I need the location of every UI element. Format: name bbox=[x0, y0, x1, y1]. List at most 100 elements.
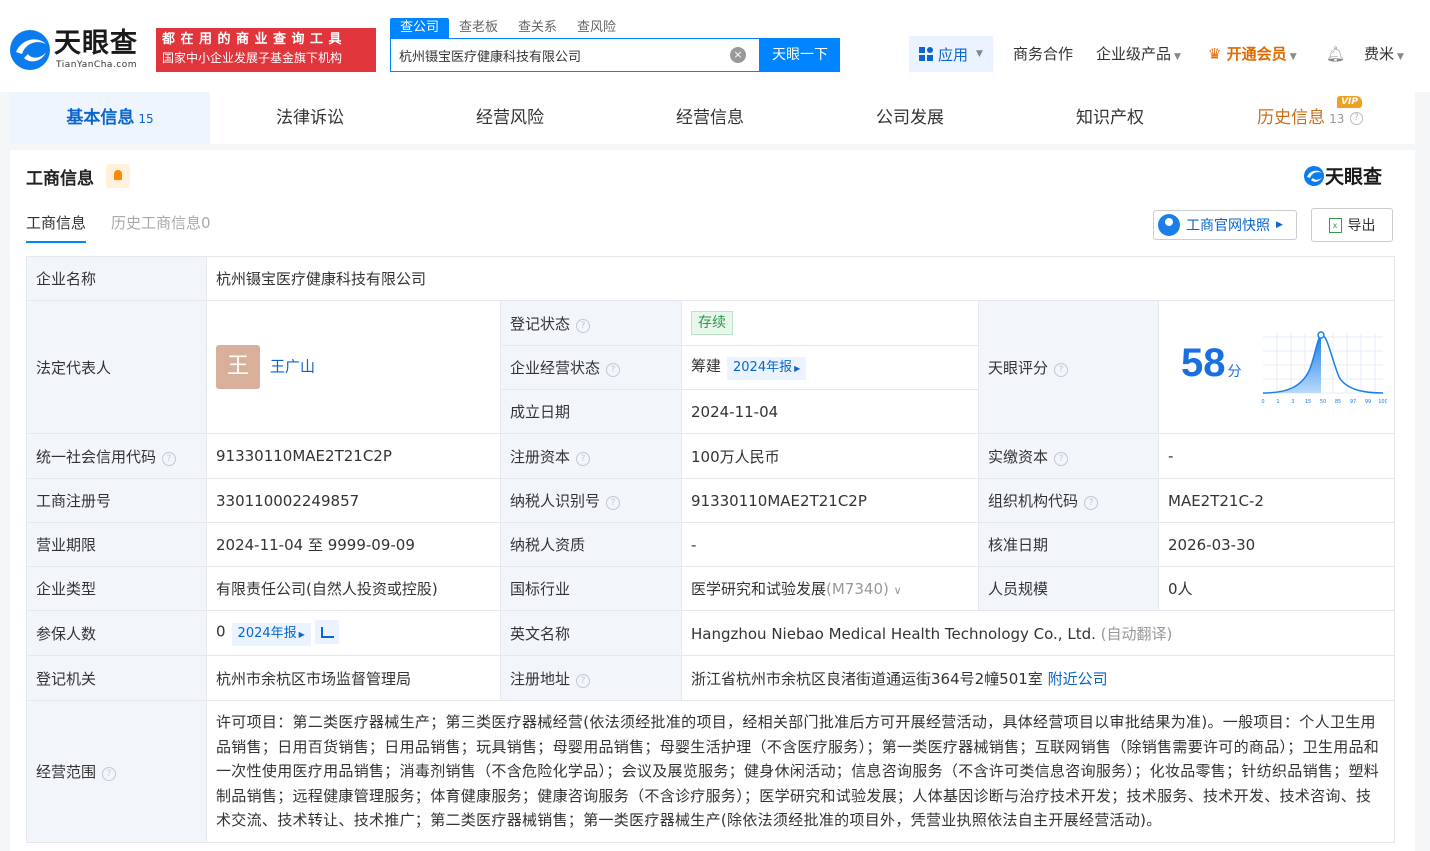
clear-icon[interactable]: × bbox=[730, 47, 746, 63]
user-menu[interactable]: 费米 ▼ bbox=[1364, 36, 1404, 72]
tianyancha-logo[interactable]: 天眼查 TianYanCha.com bbox=[8, 28, 150, 74]
search-tab-relation[interactable]: 查关系 bbox=[508, 18, 567, 38]
help-icon[interactable]: ? bbox=[1084, 496, 1099, 510]
slogan-line-2: 国家中小企业发展子基金旗下机构 bbox=[162, 51, 343, 65]
help-icon[interactable]: ? bbox=[102, 767, 117, 781]
paid-capital-key: 实缴资本? bbox=[978, 433, 1159, 479]
table-row: 法定代表人 王王广山 登记状态? 存续 天眼评分? 58 分 0 1 3 15 … bbox=[26, 300, 1396, 434]
help-icon[interactable]: ? bbox=[576, 318, 591, 333]
score-tick-label: 15 bbox=[1305, 399, 1311, 405]
reg-status-cell: 存续 bbox=[681, 300, 979, 346]
main-tabs-bar: 基本信息 15 法律诉讼 经营风险 经营信息 公司发展 知识产权 历史信息 13 ?… bbox=[10, 92, 1415, 144]
slogan-line-1: 都在用的商业查询工具 bbox=[162, 32, 348, 47]
insured-cell: 0 2024年报 ▶ bbox=[206, 610, 501, 656]
tax-id-value: 91330110MAE2T21C2P bbox=[681, 478, 979, 523]
official-snapshot-button[interactable]: 工商官网快照 ▶ bbox=[1153, 210, 1297, 240]
export-label: 导出 bbox=[1347, 218, 1376, 234]
apps-menu-button[interactable]: 应用 ▼ bbox=[909, 36, 993, 72]
search-tab-company[interactable]: 查公司 bbox=[390, 18, 450, 38]
slogan-banner: 都在用的商业查询工具 国家中小企业发展子基金旗下机构 bbox=[156, 28, 376, 72]
tab-legal[interactable]: 法律诉讼 bbox=[210, 92, 410, 144]
enterprise-products-label: 企业级产品 bbox=[1096, 45, 1172, 63]
help-icon[interactable]: ? bbox=[162, 451, 177, 466]
search-box: × bbox=[390, 38, 760, 72]
scope-value: 许可项目：第二类医疗器械生产；第三类医疗器械经营(依法须经批准的项目，经相关部门… bbox=[205, 700, 1396, 843]
trend-chart-icon[interactable] bbox=[314, 620, 339, 645]
help-icon[interactable]: ? bbox=[1054, 362, 1069, 377]
approve-date-key: 核准日期 bbox=[978, 522, 1159, 567]
notification-bell-icon[interactable]: 🔔︎ bbox=[1326, 36, 1345, 72]
biz-status-key: 企业经营状态? bbox=[500, 345, 682, 390]
score-tick-label: 3 bbox=[1291, 399, 1294, 405]
score-tick-label: 85 bbox=[1335, 399, 1341, 405]
address-label: 注册地址 bbox=[510, 669, 571, 688]
help-icon[interactable]: ? bbox=[576, 451, 591, 466]
brand-watermark: 天眼查 bbox=[1303, 162, 1382, 189]
help-icon[interactable]: ? bbox=[1054, 451, 1069, 466]
tab-operating-risk[interactable]: 经营风险 bbox=[410, 92, 610, 144]
tab-count: 15 bbox=[138, 112, 154, 126]
help-icon: ? bbox=[1349, 111, 1363, 125]
org-code-key: 组织机构代码? bbox=[978, 478, 1159, 523]
annual-report-label: 2024年报 bbox=[237, 625, 297, 641]
chevron-down-icon: ▼ bbox=[976, 49, 983, 59]
tab-development[interactable]: 公司发展 bbox=[810, 92, 1010, 144]
company-type-key: 企业类型 bbox=[26, 566, 207, 611]
table-row: 工商注册号 330110002249857 纳税人识别号? 91330110MA… bbox=[26, 478, 1396, 523]
search-tab-boss[interactable]: 查老板 bbox=[449, 18, 508, 38]
subtab-history-business-info[interactable]: 历史工商信息0 bbox=[111, 212, 211, 233]
tab-history[interactable]: 历史信息 13 ? VIP bbox=[1210, 92, 1410, 144]
annual-report-tag[interactable]: 2024年报 ▶ bbox=[231, 622, 311, 646]
search-button[interactable]: 天眼一下 bbox=[760, 38, 840, 72]
credit-code-label: 统一社会信用代码 bbox=[36, 447, 157, 466]
capital-label: 注册资本 bbox=[510, 447, 571, 466]
search-input[interactable] bbox=[399, 39, 719, 71]
logo-mark-icon bbox=[1304, 166, 1324, 186]
authority-key: 登记机关 bbox=[26, 655, 207, 701]
scope-label: 经营范围 bbox=[36, 763, 97, 781]
user-name: 费米 bbox=[1364, 45, 1395, 63]
score-tick-label: 1 bbox=[1276, 399, 1279, 405]
table-row: 参保人数 0 2024年报 ▶ 英文名称 Hangzhou Niebao Medic… bbox=[26, 610, 1396, 656]
insured-key: 参保人数 bbox=[26, 610, 207, 656]
nearby-companies-link[interactable]: 附近公司 bbox=[1048, 670, 1108, 688]
subtab-business-info[interactable]: 工商信息 bbox=[26, 212, 87, 243]
score-key: 天眼评分? bbox=[978, 300, 1159, 434]
credit-code-key: 统一社会信用代码? bbox=[26, 433, 207, 479]
table-row: 经营范围? 许可项目：第二类医疗器械生产；第三类医疗器械经营(依法须经批准的项目… bbox=[26, 700, 1396, 843]
tab-ip[interactable]: 知识产权 bbox=[1010, 92, 1210, 144]
tab-operating-info[interactable]: 经营信息 bbox=[610, 92, 810, 144]
score-display: 58 分 bbox=[1181, 341, 1242, 386]
avatar[interactable]: 王 bbox=[216, 345, 260, 389]
vip-membership-menu[interactable]: ♛ 开通会员 ▼ bbox=[1208, 36, 1297, 72]
export-button[interactable]: x 导出 bbox=[1311, 208, 1393, 242]
help-icon[interactable]: ? bbox=[606, 496, 621, 510]
reg-no-key: 工商注册号 bbox=[26, 478, 207, 523]
industry-value: 医学研究和试验发展 bbox=[691, 580, 827, 598]
biz-status-cell: 筹建 2024年报 ▶ bbox=[681, 345, 979, 390]
chevron-right-icon: ▶ bbox=[1276, 220, 1283, 230]
authority-value: 杭州市余杭区市场监督管理局 bbox=[206, 655, 501, 701]
reg-no-value: 330110002249857 bbox=[206, 478, 501, 523]
help-icon[interactable]: ? bbox=[576, 673, 591, 688]
help-icon[interactable]: ? bbox=[606, 363, 621, 377]
business-cooperation-link[interactable]: 商务合作 bbox=[1013, 36, 1073, 72]
auto-translate-note: (自动翻译) bbox=[1100, 624, 1173, 643]
score-cell[interactable]: 58 分 0 1 3 15 50 85 97 99 100 bbox=[1157, 300, 1396, 434]
tax-qual-value: - bbox=[681, 522, 979, 567]
score-tick-label: 99 bbox=[1365, 399, 1371, 405]
chevron-down-icon: ▼ bbox=[1397, 52, 1404, 62]
company-name-key: 企业名称 bbox=[26, 256, 207, 301]
scope-key: 经营范围? bbox=[26, 700, 207, 843]
score-value: 58 bbox=[1181, 341, 1226, 385]
approve-date-value: 2026-03-30 bbox=[1157, 522, 1396, 567]
search-tab-risk[interactable]: 查风险 bbox=[567, 18, 626, 38]
tab-basic-info[interactable]: 基本信息 15 bbox=[10, 92, 210, 144]
subscribe-bell-icon[interactable] bbox=[106, 164, 130, 188]
industry-cell[interactable]: 医学研究和试验发展(M7340) ∨ bbox=[681, 566, 979, 611]
legal-rep-link[interactable]: 王广山 bbox=[270, 358, 315, 376]
enterprise-products-menu[interactable]: 企业级产品 ▼ bbox=[1096, 36, 1181, 72]
paid-capital-value: - bbox=[1157, 433, 1396, 479]
chevron-down-icon: ▼ bbox=[1174, 52, 1181, 62]
annual-report-tag[interactable]: 2024年报 ▶ bbox=[727, 357, 807, 380]
